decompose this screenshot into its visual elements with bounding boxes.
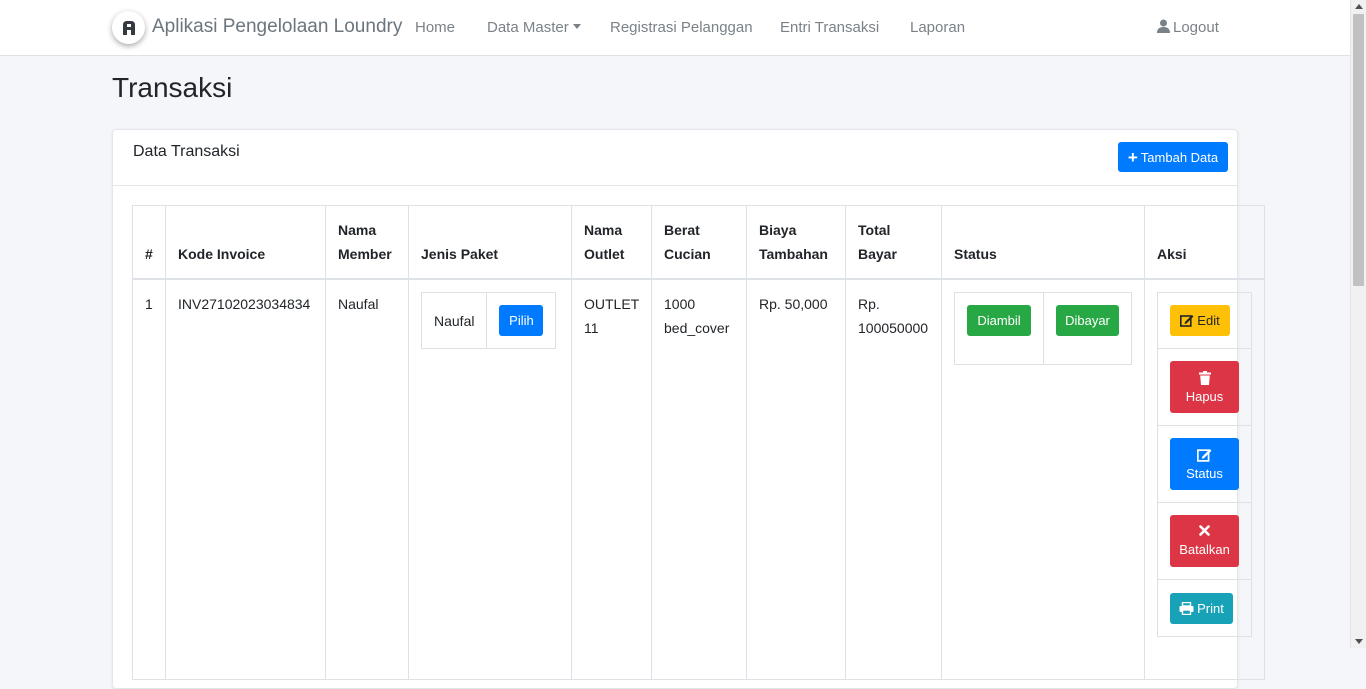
header-total-bayar: Total Bayar xyxy=(845,205,942,280)
edit-button[interactable]: Edit xyxy=(1170,305,1230,336)
status-inner-table: Diambil Dibayar xyxy=(954,292,1132,365)
header-no: # xyxy=(132,205,166,280)
print-button[interactable]: Print xyxy=(1170,592,1233,624)
aksi-edit-cell: Edit xyxy=(1158,293,1251,349)
jenis-paket-inner-table: Naufal Pilih xyxy=(420,292,557,349)
aksi-print-cell: Print xyxy=(1158,580,1251,636)
aksi-button-stack: Edit Hapus Status Batalkan Print xyxy=(1157,292,1252,637)
dibayar-cell: Dibayar xyxy=(1043,292,1132,365)
header-status: Status xyxy=(941,205,1145,280)
nav-home[interactable]: Home xyxy=(415,19,455,36)
diambil-cell: Diambil xyxy=(954,292,1044,365)
edit-label: Edit xyxy=(1197,313,1220,328)
cell-no: 1 xyxy=(132,278,166,680)
print-icon xyxy=(1179,601,1194,615)
print-label: Print xyxy=(1197,600,1224,616)
page-title: Transaksi xyxy=(112,72,233,103)
nav-entri-transaksi[interactable]: Entri Transaksi xyxy=(780,19,879,36)
hapus-button[interactable]: Hapus xyxy=(1170,361,1239,413)
top-navbar: Aplikasi Pengelolaan Loundry Home Data M… xyxy=(0,0,1350,56)
cell-status: Diambil Dibayar xyxy=(941,278,1145,680)
header-nama-member: Nama Member xyxy=(325,205,409,280)
cell-jenis-paket: Naufal Pilih xyxy=(408,278,572,680)
logout-link[interactable]: Logout xyxy=(1157,19,1219,36)
header-jenis-paket: Jenis Paket xyxy=(408,205,572,280)
cell-aksi: Edit Hapus Status Batalkan Print xyxy=(1144,278,1265,680)
pilih-cell: Pilih xyxy=(486,292,557,349)
nav-data-master-label: Data Master xyxy=(487,19,569,36)
table-header-row: # Kode Invoice Nama Member Jenis Paket N… xyxy=(132,205,1265,280)
aksi-hapus-cell: Hapus xyxy=(1158,349,1251,426)
cell-biaya-tambahan: Rp. 50,000 xyxy=(746,278,846,680)
header-biaya-tambahan: Biaya Tambahan xyxy=(746,205,846,280)
scroll-down-icon[interactable] xyxy=(1355,639,1363,644)
close-icon xyxy=(1199,525,1210,536)
aksi-status-cell: Status xyxy=(1158,426,1251,503)
user-icon xyxy=(1157,19,1170,33)
diambil-button[interactable]: Diambil xyxy=(967,305,1031,336)
jenis-paket-value: Naufal xyxy=(420,292,488,349)
header-kode-invoice: Kode Invoice xyxy=(165,205,326,280)
cell-total-bayar: Rp. 100050000 xyxy=(845,278,942,680)
batalkan-button[interactable]: Batalkan xyxy=(1170,515,1239,567)
nav-laporan[interactable]: Laporan xyxy=(910,19,965,36)
add-data-button[interactable]: + Tambah Data xyxy=(1118,142,1228,172)
dibayar-button[interactable]: Dibayar xyxy=(1056,305,1119,336)
table-row: 1 INV27102023034834 Naufal Naufal Pilih … xyxy=(132,278,1265,680)
hapus-label: Hapus xyxy=(1185,388,1224,404)
cell-berat-cucian: 1000 bed_cover xyxy=(651,278,747,680)
trash-icon xyxy=(1198,370,1211,385)
header-nama-outlet: Nama Outlet xyxy=(571,205,652,280)
status-label: Status xyxy=(1186,465,1223,481)
transaction-table: # Kode Invoice Nama Member Jenis Paket N… xyxy=(132,205,1265,680)
card-header: Data Transaksi + Tambah Data xyxy=(113,130,1237,186)
status-button[interactable]: Status xyxy=(1170,438,1239,490)
header-aksi: Aksi xyxy=(1144,205,1265,280)
edit-icon xyxy=(1197,448,1212,462)
header-berat-cucian: Berat Cucian xyxy=(651,205,747,280)
nav-data-master-dropdown[interactable]: Data Master xyxy=(487,19,581,36)
aksi-batalkan-cell: Batalkan xyxy=(1158,503,1251,580)
transaction-table-wrapper: # Kode Invoice Nama Member Jenis Paket N… xyxy=(132,205,1265,680)
edit-icon xyxy=(1180,315,1194,327)
card-title: Data Transaksi xyxy=(133,143,240,160)
caret-down-icon xyxy=(572,24,581,29)
scroll-up-icon[interactable] xyxy=(1355,4,1363,9)
logout-label: Logout xyxy=(1173,19,1219,36)
page-scrollbar[interactable] xyxy=(1350,0,1366,648)
cell-nama-outlet: OUTLET 11 xyxy=(571,278,652,680)
nav-registrasi-pelanggan[interactable]: Registrasi Pelanggan xyxy=(610,19,753,36)
brand-title[interactable]: Aplikasi Pengelolaan Loundry xyxy=(152,16,402,38)
batalkan-label: Batalkan xyxy=(1179,542,1230,557)
pilih-button[interactable]: Pilih xyxy=(499,305,544,336)
cell-kode-invoice: INV27102023034834 xyxy=(165,278,326,680)
brand-logo-icon[interactable] xyxy=(112,11,145,44)
scroll-thumb[interactable] xyxy=(1353,14,1364,286)
cell-nama-member: Naufal xyxy=(325,278,409,680)
plus-icon: + xyxy=(1127,147,1138,167)
add-data-label: Tambah Data xyxy=(1140,149,1219,165)
